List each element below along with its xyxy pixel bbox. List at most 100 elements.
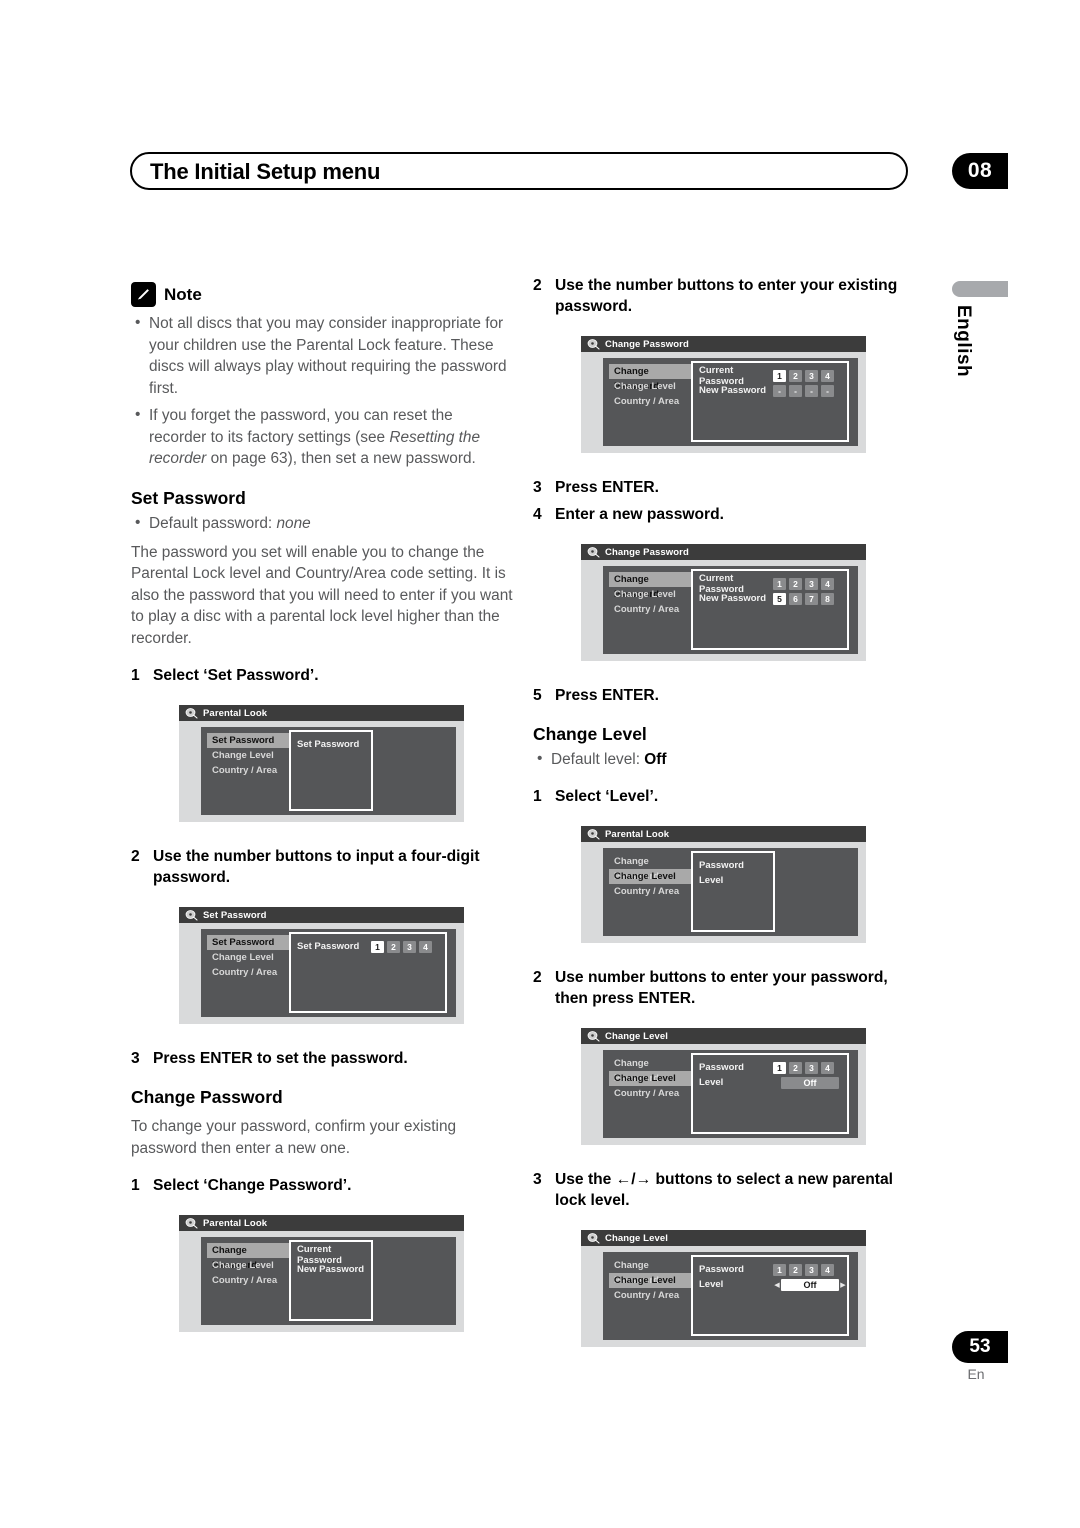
- osd-titlebar: Set Password: [179, 907, 464, 923]
- password-digit-group[interactable]: 1 2 3 4: [773, 1263, 834, 1276]
- step-number: 4: [533, 506, 542, 523]
- osd-body: Change Password Change Level Country / A…: [603, 848, 858, 936]
- password-digit[interactable]: 2: [789, 577, 802, 590]
- osd-menu-item-change-level[interactable]: Change Level: [207, 950, 289, 965]
- password-digit[interactable]: -: [805, 384, 818, 397]
- set-password-paragraph: The password you set will enable you to …: [131, 543, 513, 647]
- password-digit-group[interactable]: 1 2 3 4: [371, 940, 432, 953]
- password-digit[interactable]: 4: [419, 940, 432, 953]
- password-digit[interactable]: 1: [371, 940, 384, 953]
- new-password-digit-group[interactable]: 5 6 7 8: [773, 592, 834, 605]
- password-digit[interactable]: 8: [821, 592, 834, 605]
- osd-menu-item-change-password[interactable]: Change Password: [609, 1258, 691, 1286]
- password-digit[interactable]: 1: [773, 369, 786, 382]
- change-level-default-prefix: Default level:: [551, 751, 645, 768]
- password-digit[interactable]: 3: [805, 369, 818, 382]
- current-password-digit-group[interactable]: 1 2 3 4: [773, 369, 834, 382]
- level-value-box[interactable]: Off: [781, 1076, 839, 1089]
- osd-menu-item-country-area[interactable]: Country / Area: [207, 1273, 289, 1288]
- osd-menu-item-change-password[interactable]: Change Password: [609, 854, 691, 882]
- note-bullet-2-post: on page 63), then set a new password.: [206, 450, 476, 467]
- password-digit[interactable]: 3: [805, 577, 818, 590]
- osd-menu-item-change-level[interactable]: Change Level: [609, 379, 691, 394]
- osd-menu-item-change-password[interactable]: Change Password: [609, 572, 691, 600]
- osd-panel: Set Password: [289, 730, 373, 811]
- password-digit[interactable]: 6: [789, 592, 802, 605]
- password-digit[interactable]: 7: [805, 592, 818, 605]
- osd-menu-item-country-area[interactable]: Country / Area: [609, 394, 691, 409]
- password-digit[interactable]: 4: [821, 1263, 834, 1276]
- osd-frame: Set Password Set Password Change Level C…: [179, 907, 464, 1024]
- osd-menu-item-change-level[interactable]: Change Level: [207, 748, 289, 763]
- osd-row: New Password 5 6 7 8: [693, 591, 847, 606]
- password-digit[interactable]: 3: [805, 1263, 818, 1276]
- level-value-box[interactable]: Off: [781, 1278, 839, 1291]
- password-digit[interactable]: 3: [805, 1061, 818, 1074]
- page-title: The Initial Setup menu: [150, 159, 381, 184]
- password-digit[interactable]: 3: [403, 940, 416, 953]
- osd-menu-item-country-area[interactable]: Country / Area: [609, 602, 691, 617]
- osd-menu-item-change-password[interactable]: Change Password: [207, 1243, 289, 1271]
- step-text: Press ENTER.: [555, 479, 660, 496]
- osd-menu-item-country-area[interactable]: Country / Area: [609, 1086, 691, 1101]
- osd-panel: Password 1 2 3 4 Level ◀ Off ▶: [691, 1255, 849, 1336]
- password-digit-group[interactable]: 1 2 3 4: [773, 1061, 834, 1074]
- osd-body: Change Password Change Level Country / A…: [603, 1252, 858, 1340]
- language-tab-label: English: [953, 305, 974, 378]
- change-level-default-value: Off: [644, 751, 667, 768]
- osd-row: Level: [693, 873, 773, 888]
- password-digit[interactable]: -: [773, 384, 786, 397]
- fig-change-level-password: Change Level Change Password Change Leve…: [573, 1023, 874, 1153]
- current-password-digit-group[interactable]: 1 2 3 4: [773, 577, 834, 590]
- disc-icon: [185, 707, 198, 719]
- osd-menu-item-change-level[interactable]: Change Level: [609, 1071, 691, 1086]
- osd-menu: Change Password Change Level Country / A…: [207, 1243, 289, 1288]
- step-enter-password-then-enter: 2 Use number buttons to enter your passw…: [533, 967, 915, 1009]
- osd-frame: Parental Look Set Password Change Level …: [179, 705, 464, 822]
- fig-set-password-digits: Set Password Set Password Change Level C…: [171, 902, 472, 1032]
- password-digit[interactable]: 2: [789, 1061, 802, 1074]
- osd-menu-item-change-level[interactable]: Change Level: [609, 587, 691, 602]
- osd-menu-item-set-password[interactable]: Set Password: [207, 935, 289, 950]
- password-digit[interactable]: 2: [789, 369, 802, 382]
- osd-row: Set Password: [291, 737, 371, 752]
- osd-row: Set Password 1 2 3 4: [291, 939, 445, 954]
- password-digit[interactable]: 2: [387, 940, 400, 953]
- password-digit[interactable]: 2: [789, 1263, 802, 1276]
- password-digit[interactable]: 5: [773, 592, 786, 605]
- osd-menu-item-country-area[interactable]: Country / Area: [207, 763, 289, 778]
- password-digit[interactable]: -: [789, 384, 802, 397]
- osd-menu-item-country-area[interactable]: Country / Area: [609, 1288, 691, 1303]
- step-text: Press ENTER.: [555, 687, 660, 704]
- password-digit[interactable]: 4: [821, 577, 834, 590]
- osd-menu-item-change-password[interactable]: Change Password: [609, 364, 691, 392]
- osd-menu-item-change-level[interactable]: Change Level: [609, 1273, 691, 1288]
- osd-menu: Change Password Change Level Country / A…: [609, 572, 691, 617]
- osd-row-label: Set Password: [297, 739, 360, 750]
- left-arrow-icon[interactable]: ◀: [773, 1281, 781, 1289]
- password-digit[interactable]: 1: [773, 577, 786, 590]
- osd-menu-item-country-area[interactable]: Country / Area: [207, 965, 289, 980]
- osd-row-label: Set Password: [297, 941, 360, 952]
- password-digit[interactable]: 4: [821, 1061, 834, 1074]
- step-enter-new-password: 4 Enter a new password.: [533, 504, 915, 525]
- password-digit[interactable]: 1: [773, 1061, 786, 1074]
- password-digit[interactable]: -: [821, 384, 834, 397]
- page-number-badge: 53: [952, 1331, 1008, 1363]
- new-password-digit-group[interactable]: - - - -: [773, 384, 834, 397]
- osd-row: Level ◀ Off ▶: [693, 1075, 847, 1090]
- osd-row: Password 1 2 3 4: [693, 1060, 847, 1075]
- disc-icon: [587, 338, 600, 350]
- heading-change-password: Change Password: [131, 1087, 283, 1107]
- osd-menu-item-change-level[interactable]: Change Level: [207, 1258, 289, 1273]
- page-language-code: En: [967, 1366, 985, 1382]
- left-column: Note Not all discs that you may consider…: [131, 282, 513, 1340]
- osd-menu-item-country-area[interactable]: Country / Area: [609, 884, 691, 899]
- osd-menu-item-change-password[interactable]: Change Password: [609, 1056, 691, 1084]
- step-number: 2: [533, 277, 542, 294]
- osd-menu-item-change-level[interactable]: Change Level: [609, 869, 691, 884]
- osd-menu-item-set-password[interactable]: Set Password: [207, 733, 289, 748]
- password-digit[interactable]: 4: [821, 369, 834, 382]
- right-arrow-icon[interactable]: ▶: [839, 1281, 847, 1289]
- password-digit[interactable]: 1: [773, 1263, 786, 1276]
